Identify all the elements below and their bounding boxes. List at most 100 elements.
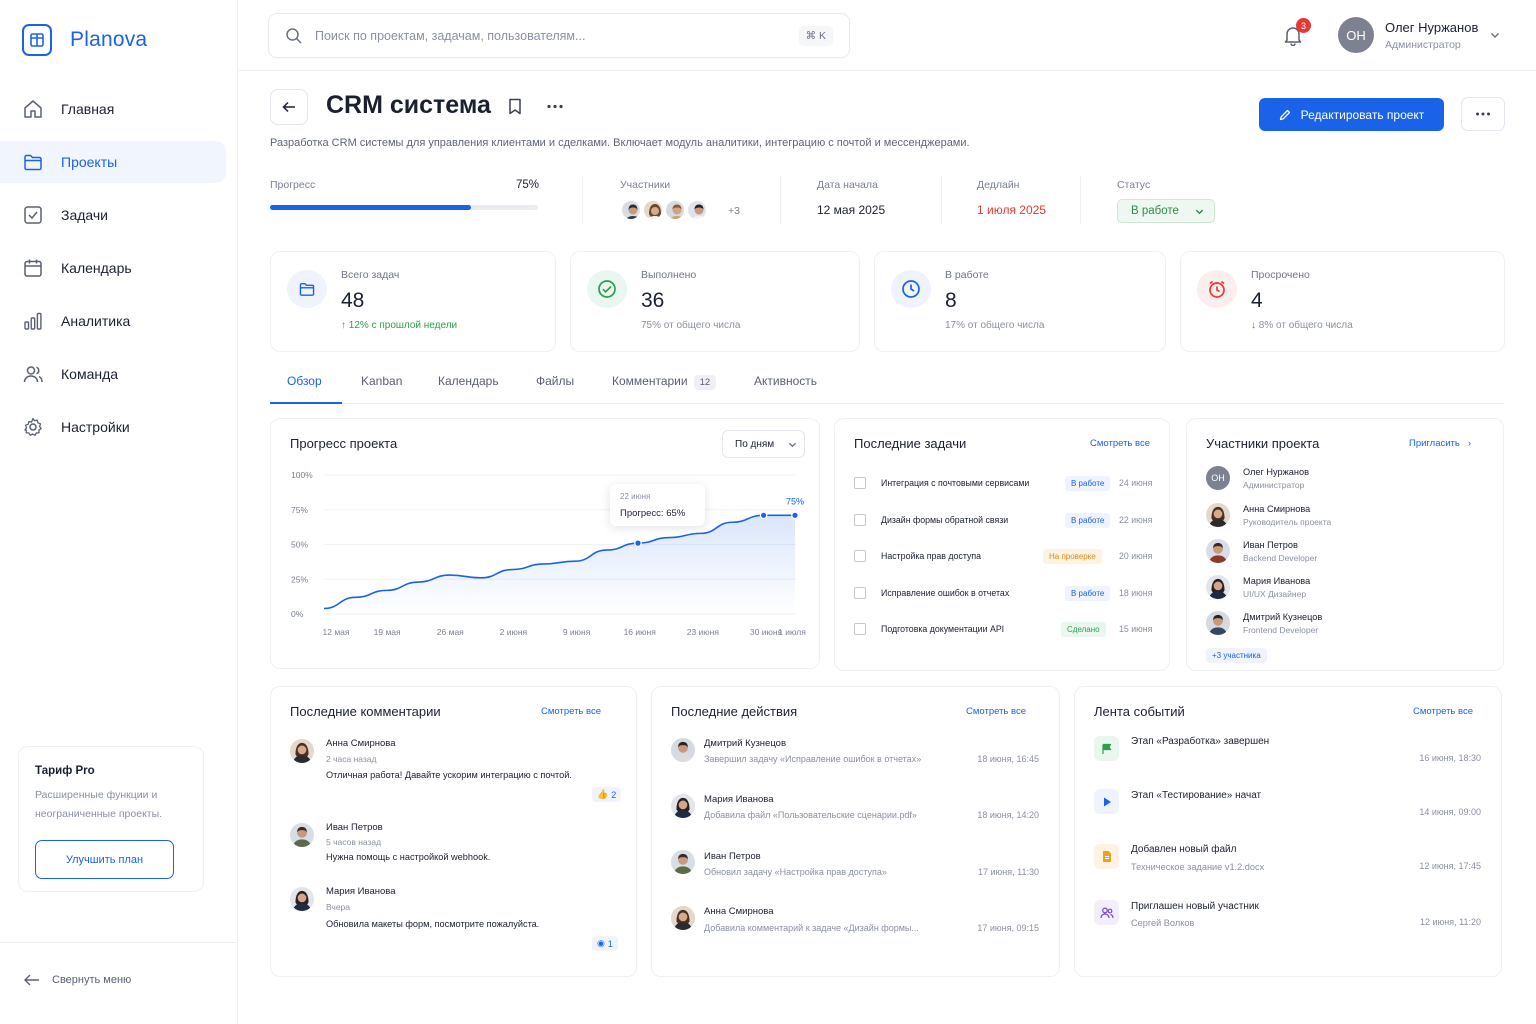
calendar-icon [24,259,42,277]
view-all-actions-link[interactable]: Смотреть все [966,706,1026,717]
bookmark-icon[interactable] [508,98,522,115]
task-checkbox[interactable] [854,477,866,489]
divider [780,176,781,224]
avatar[interactable] [671,906,695,930]
more-members-chip[interactable]: +3 участника [1206,648,1267,663]
member-avatar[interactable] [642,199,664,221]
members-label: Участники [620,179,671,191]
task-checkbox[interactable] [854,587,866,599]
logo[interactable]: Planova [22,24,147,56]
sidebar-item-home[interactable]: Главная [0,88,226,130]
like-count: 2 [611,789,617,800]
stat-card-done[interactable]: Выполнено 36 75% от общего числа [570,251,860,352]
chevron-down-icon[interactable] [1490,30,1500,40]
status-select[interactable]: В работе [1117,199,1215,223]
back-button[interactable] [270,89,308,125]
chart-area-fill [324,515,795,614]
recent-tasks-panel: Последние задачи Смотреть все Интеграция… [834,418,1170,671]
task-checkbox[interactable] [854,623,866,635]
search-icon [286,27,302,44]
check-circle-icon [587,270,627,308]
member-avatar[interactable] [664,199,686,221]
task-checkbox[interactable] [854,514,866,526]
member-avatar[interactable] [620,199,642,221]
sidebar-item-settings[interactable]: Настройки [0,406,226,448]
avatar[interactable] [290,887,314,911]
avatar[interactable] [290,739,314,763]
tab-kanban[interactable]: Kanban [361,374,402,388]
stat-trend-text: 17% от общего числа [945,320,1045,331]
collapse-menu-button[interactable]: Свернуть меню [24,974,131,986]
sidebar-item-team[interactable]: Команда [0,353,226,395]
comment-author: Иван Петров [326,822,383,833]
avatar[interactable] [1206,539,1230,563]
like-chip[interactable]: 👍 2 [592,787,622,802]
tab-calendar[interactable]: Календарь [438,374,499,388]
task-row[interactable]: Исправление ошибок в отчетах В работе 18 и… [854,586,1154,602]
task-row[interactable]: Интеграция с почтовыми сервисами В работе… [854,476,1154,492]
edit-project-button[interactable]: Редактировать проект [1259,98,1444,131]
view-all-comments-link[interactable]: Смотреть все [541,706,601,717]
task-row[interactable]: Дизайн формы обратной связи В работе 22 ию… [854,513,1154,529]
stat-card-total[interactable]: Всего задач 48 ↑ 12% с прошлой недели [270,251,556,352]
upgrade-plan-button[interactable]: Улучшить план [35,840,174,879]
task-checkbox[interactable] [854,550,866,562]
view-all-tasks-link[interactable]: Смотреть все [1090,438,1150,449]
tab-activity[interactable]: Активность [754,374,817,388]
event-title: Этап «Разработка» завершен [1131,736,1270,747]
search-input[interactable]: Поиск по проектам, задачам, пользователя… [315,29,787,43]
view-all-events-link[interactable]: Смотреть все [1413,706,1473,717]
tab-bar: Обзор Kanban Календарь Файлы Комментарии… [270,364,1504,404]
avatar[interactable] [1206,575,1230,599]
chart-data-point[interactable] [634,539,642,547]
tab-comments[interactable]: Комментарии 12 [612,374,717,390]
trend-up-icon: ↑ [341,320,349,331]
task-row[interactable]: Подготовка документации API Сделано 15 июн… [854,622,1154,638]
chart-data-point[interactable] [791,511,799,520]
task-status-badge: В работе [1065,513,1111,528]
chart-x-tick-label: 23 июня [687,627,720,637]
avatar[interactable] [290,823,314,847]
sidebar-item-calendar[interactable]: Календарь [0,247,226,289]
member-name: Олег Нуржанов [1243,467,1309,477]
start-date-label: Дата начала [817,179,878,191]
progress-area-chart[interactable]: 12 мая 19 мая 26 мая 2 июня 9 июня 16 июня 23 … [271,419,821,670]
panel-title: Последние задачи [854,436,967,451]
action-time: 17 июня, 11:30 [978,867,1039,877]
invite-link[interactable]: Пригласить › [1409,438,1471,449]
user-name[interactable]: Олег Нуржанов [1385,20,1478,35]
avatar[interactable] [671,738,695,762]
task-status-badge: Сделано [1061,622,1106,637]
more-horizontal-icon[interactable] [546,104,564,109]
sidebar-item-label: Календарь [61,260,132,276]
stat-card-overdue[interactable]: Просрочено 4 ↓ 8% от общего числа [1180,251,1505,352]
avatar[interactable] [671,850,695,874]
sidebar-item-analytics[interactable]: Аналитика [0,300,226,342]
event-title: Приглашен новый участник [1131,901,1259,912]
tab-files[interactable]: Файлы [536,374,574,388]
avatar[interactable]: ОН [1206,466,1230,490]
app-name: Planova [70,28,148,51]
stat-card-in-progress[interactable]: В работе 8 17% от общего числа [874,251,1166,352]
search-bar[interactable]: Поиск по проектам, задачам, пользователя… [268,13,850,58]
sidebar-item-projects[interactable]: Проекты [0,141,226,183]
views-chip[interactable]: ◉ 1 [592,936,618,951]
avatar[interactable] [671,794,695,818]
member-avatar[interactable] [686,199,708,221]
collapse-menu-section: Свернуть меню [0,942,238,1024]
sidebar-item-label: Главная [61,101,115,117]
sidebar-item-tasks[interactable]: Задачи [0,194,226,236]
avatar[interactable] [1206,503,1230,527]
file-icon [1094,844,1119,869]
event-subtitle: Сергей Волков [1131,918,1195,928]
members-more-count[interactable]: +3 [728,205,740,217]
avatar[interactable] [1206,611,1230,635]
action-text: Обновил задачу «Настройка прав доступа» [704,867,887,877]
tab-overview[interactable]: Обзор [287,374,322,388]
user-avatar[interactable]: ОН [1338,17,1374,53]
task-row[interactable]: Настройка прав доступа На проверке 20 июня [854,549,1154,565]
divider [1080,176,1081,224]
more-options-button[interactable] [1461,97,1505,131]
chart-data-point[interactable] [759,511,768,520]
panel-title: Последние комментарии [290,704,441,719]
